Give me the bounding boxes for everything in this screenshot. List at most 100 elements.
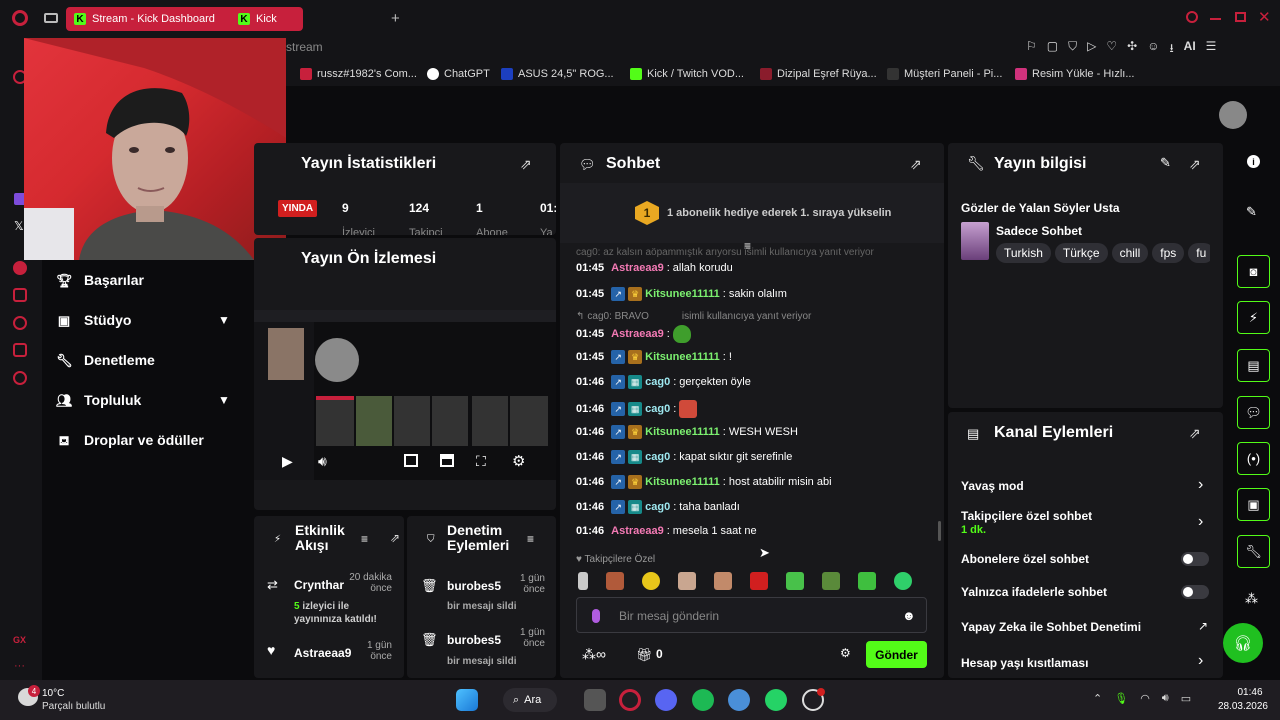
message-user[interactable]: Astraeaa9 [611, 328, 664, 340]
address-text[interactable]: stream [286, 40, 323, 54]
message-user[interactable]: cag0 [645, 501, 670, 513]
settings-icon[interactable] [13, 371, 27, 385]
maximize-icon[interactable] [1235, 12, 1246, 22]
chat-message[interactable]: 01:45 ↗ ♛ Kitsunee11111: sakin olalım [576, 287, 787, 301]
chevron-right-icon[interactable]: › [1198, 513, 1203, 531]
nav-item-drops[interactable]: ⛾ Droplar ve ödüller [56, 432, 204, 448]
gift-icon[interactable]: 🎁︎ [636, 647, 653, 663]
emote-icon[interactable] [714, 572, 732, 590]
microphone-icon[interactable]: 🎙︎ [1114, 692, 1128, 705]
subscriber-only-label[interactable]: Abonelere özel sohbet [961, 552, 1089, 566]
chat-message[interactable]: 01:46 ↗ ▦ cag0: kapat sıktır git serefinle [576, 450, 792, 464]
bookmark-item[interactable]: Dizipal Eşref Rüya... [760, 68, 877, 80]
fullscreen-icon[interactable]: ⛶ [476, 453, 486, 470]
chevron-right-icon[interactable]: › [1198, 476, 1203, 494]
download-icon[interactable]: ⭳ [1169, 39, 1173, 60]
bookmark-item[interactable]: Kick / Twitch VOD... [630, 68, 744, 80]
info-icon[interactable]: i [1247, 155, 1260, 168]
clock-date[interactable]: 28.03.2026 [1212, 701, 1268, 712]
tab-switcher-icon[interactable] [44, 13, 58, 23]
category-name[interactable]: Sadece Sohbet [996, 224, 1082, 238]
nav-item-achievements[interactable]: 🏆︎ Başarılar [56, 272, 144, 288]
external-link-icon[interactable]: ↗ [1198, 619, 1208, 633]
whatsapp-icon[interactable] [765, 689, 787, 711]
edit-icon[interactable]: ✎ [1246, 204, 1257, 220]
chat-message[interactable]: 01:46 ↗ ▦ cag0: gerçekten öyle [576, 375, 751, 389]
message-user[interactable]: Astraeaa9 [611, 262, 664, 274]
emote-icon[interactable] [786, 572, 804, 590]
emote-icon[interactable] [578, 572, 588, 590]
app-icon[interactable] [728, 689, 750, 711]
emote-icon[interactable] [894, 572, 912, 590]
bookmark-item[interactable]: ASUS 24,5" ROG... [501, 68, 614, 80]
opera-logo-icon[interactable] [12, 10, 28, 26]
support-icon[interactable]: 🎧︎ [1223, 623, 1263, 663]
category-thumbnail[interactable] [961, 222, 989, 260]
ai-icon[interactable]: AI [1184, 39, 1196, 60]
message-user[interactable]: cag0 [645, 376, 670, 388]
theater-icon[interactable] [440, 454, 454, 467]
preview-video[interactable]: ▶ 🔊︎ ⛶ ⚙ [254, 310, 556, 480]
scene-icon[interactable]: ▣ [1237, 488, 1270, 521]
edit-icon[interactable]: ✎ [1160, 155, 1171, 171]
chat-settings-icon[interactable]: ⚙ [840, 646, 851, 660]
ai-moderation-label[interactable]: Yapay Zeka ile Sohbet Denetimi [961, 620, 1141, 634]
filter-icon[interactable]: ≡ [527, 532, 534, 546]
account-age-label[interactable]: Hesap yaşı kısıtlaması [961, 656, 1088, 670]
chat-message[interactable]: 01:45 Astraeaa9: allah korudu [576, 262, 733, 274]
message-user[interactable]: Astraeaa9 [611, 525, 664, 537]
play-icon[interactable]: ▷ [1087, 39, 1096, 60]
microphone-icon[interactable] [592, 609, 600, 623]
extensions-icon[interactable]: ✣ [1127, 39, 1137, 60]
message-user[interactable]: Kitsunee11111 [645, 426, 720, 438]
tag[interactable]: fps [1152, 243, 1185, 263]
nav-item-moderation[interactable]: 🔧︎ Denetleme [56, 352, 155, 368]
tag[interactable]: fu [1188, 243, 1210, 263]
nav-item-studio[interactable]: ▣ Stüdyo [56, 312, 132, 328]
chevron-right-icon[interactable]: › [1198, 652, 1203, 670]
slow-mode-label[interactable]: Yavaş mod [961, 479, 1024, 493]
emote-icon[interactable] [606, 572, 624, 590]
gx-label[interactable]: GX [13, 635, 26, 645]
bookmark-item[interactable]: ChatGPT [427, 68, 490, 80]
chat-message[interactable]: 01:45 Astraeaa9: [576, 325, 691, 343]
tools-icon[interactable]: 🔧︎ [1237, 535, 1270, 568]
search-icon[interactable] [1186, 11, 1198, 23]
popout-icon[interactable]: ⇗ [520, 156, 532, 173]
heart-icon[interactable]: ♡ [1106, 39, 1117, 60]
emote-icon[interactable] [750, 572, 768, 590]
chat-message[interactable]: 01:45 ↗ ♛ Kitsunee11111:! [576, 350, 732, 364]
avatar[interactable] [1219, 101, 1247, 129]
filter-icon[interactable]: ≡ [361, 532, 368, 546]
spotify-icon[interactable] [13, 261, 27, 275]
bookmark-item[interactable]: russz#1982's Com... [300, 68, 417, 80]
pip-icon[interactable] [404, 454, 418, 467]
popout-icon[interactable]: ⇗ [1189, 156, 1201, 173]
camera-icon[interactable]: ◙ [1237, 255, 1270, 288]
message-user[interactable]: Kitsunee11111 [645, 476, 720, 488]
activity-user[interactable]: Astraeaa9 [294, 646, 351, 660]
message-user[interactable]: Kitsunee11111 [645, 288, 720, 300]
emote-icon[interactable] [642, 572, 660, 590]
mod-user[interactable]: burobes5 [447, 579, 501, 593]
chat-scrollbar[interactable] [938, 521, 941, 541]
chevron-up-icon[interactable]: ⌃ [1093, 692, 1102, 705]
send-button[interactable]: Gönder [866, 641, 927, 668]
mod-user[interactable]: burobes5 [447, 633, 501, 647]
broadcast-icon[interactable]: (•) [1237, 442, 1270, 475]
history-icon[interactable] [13, 316, 27, 330]
x-icon[interactable]: 𝕏 [14, 219, 24, 233]
snapshot-icon[interactable]: ▢ [1047, 39, 1058, 60]
taskbar-search[interactable]: ⌕ Ara [503, 688, 557, 712]
chat-message[interactable]: 01:46 ↗ ♛ Kitsunee11111: WESH WESH [576, 425, 798, 439]
tag[interactable]: chill [1111, 243, 1149, 263]
message-user[interactable]: cag0 [645, 451, 670, 463]
tag[interactable]: Türkçe [1054, 243, 1108, 263]
volume-icon[interactable]: 🔊︎ [318, 453, 327, 470]
emote-icon[interactable] [858, 572, 876, 590]
emoji-icon[interactable]: ☻ [902, 608, 916, 623]
chat-message[interactable]: 01:46 ↗ ♛ Kitsunee11111: host atabilir misin… [576, 475, 832, 489]
popout-icon[interactable]: ⇗ [1189, 425, 1201, 442]
chat-message[interactable]: 01:46 ↗ ▦ cag0: taha banladı [576, 500, 740, 514]
notes-icon[interactable]: ▤ [1237, 349, 1270, 382]
